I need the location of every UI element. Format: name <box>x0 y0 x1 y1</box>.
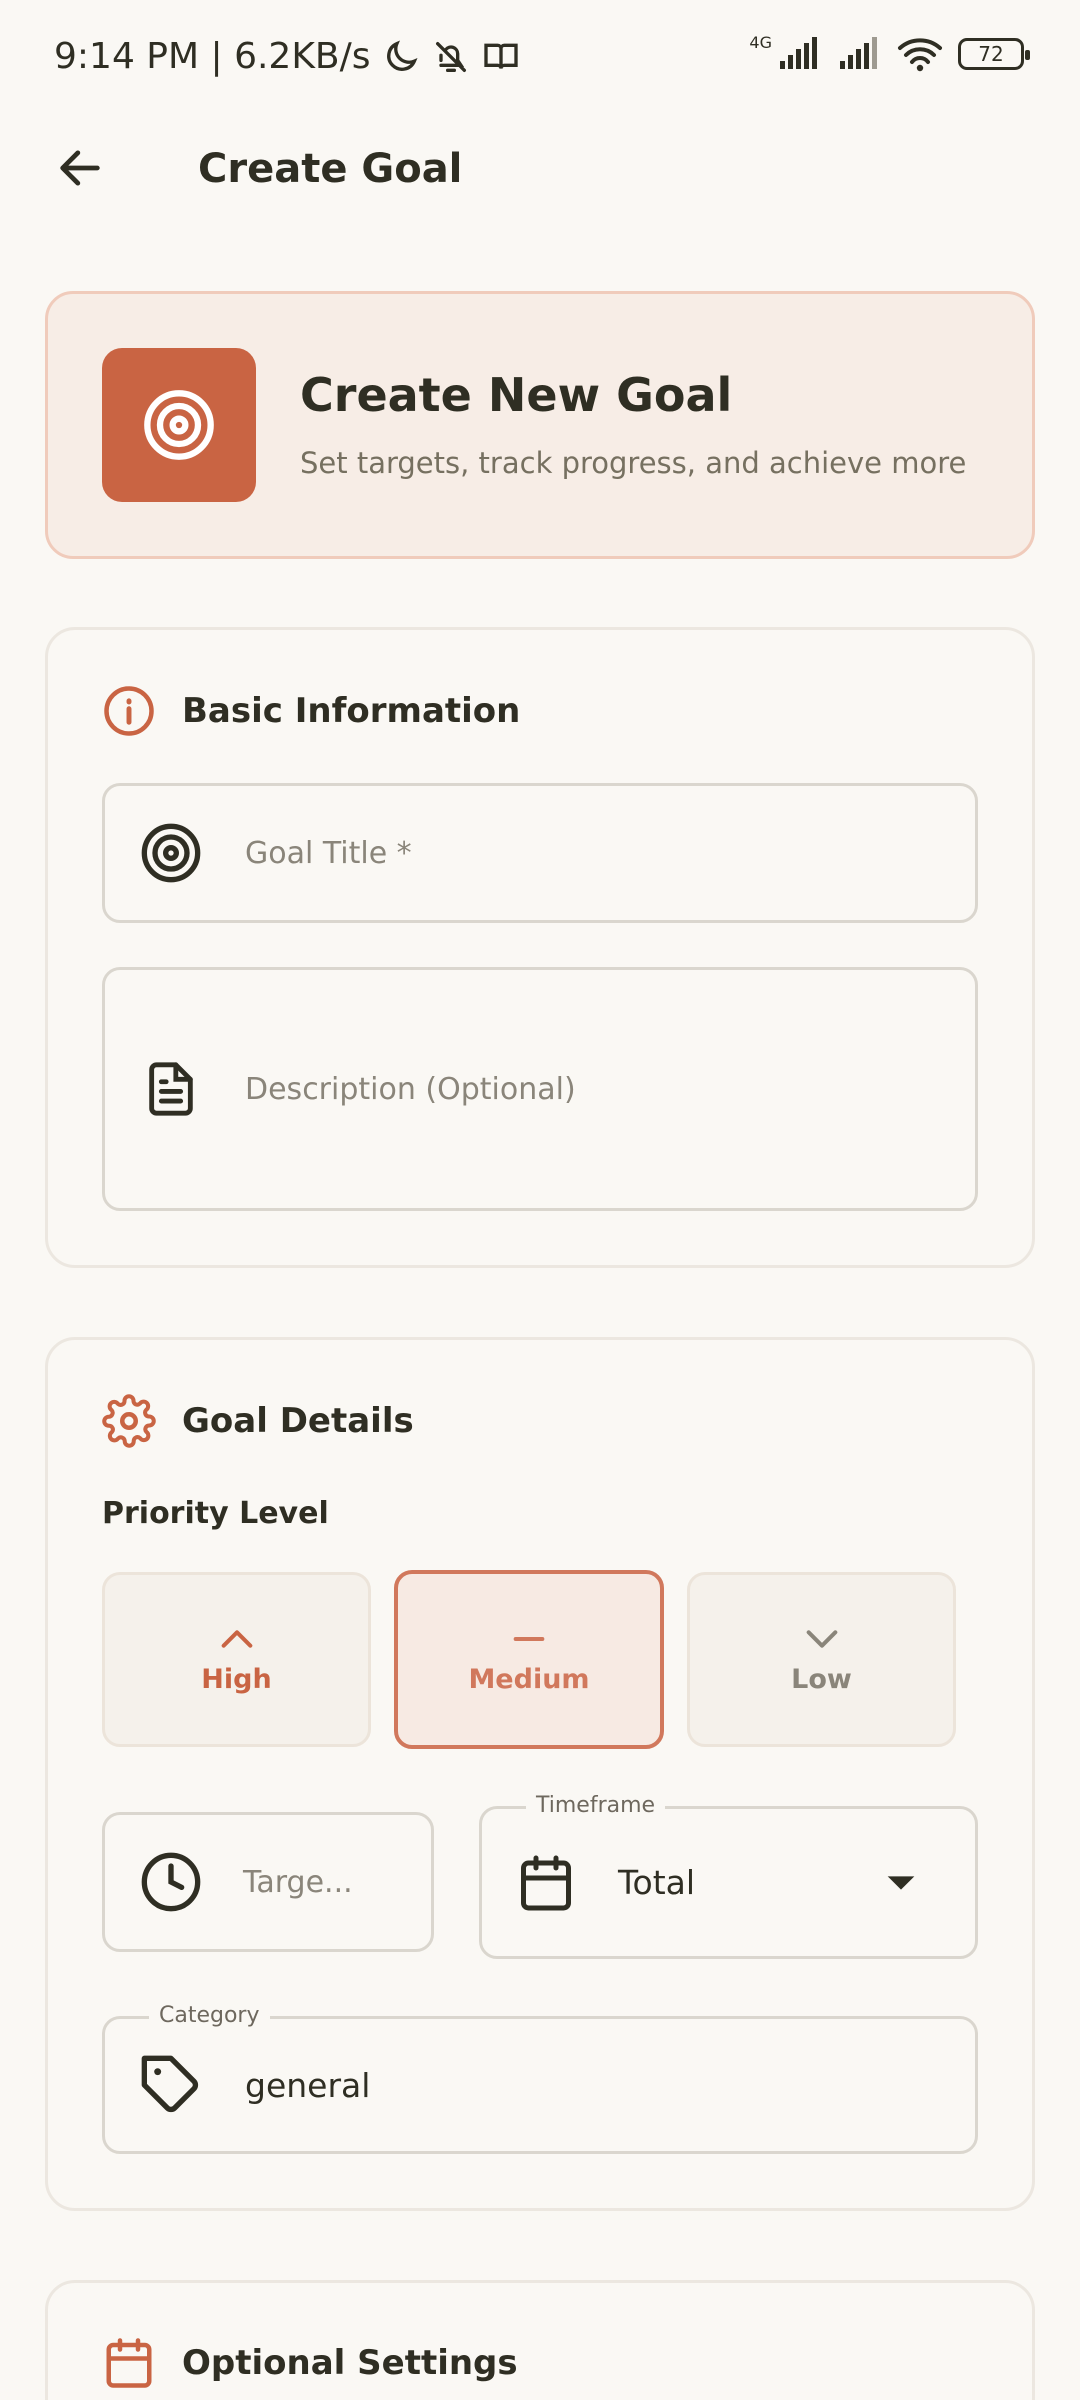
arrow-left-icon <box>60 150 100 186</box>
optional-settings-title: Optional Settings <box>182 2343 518 2383</box>
book-icon <box>483 43 518 69</box>
hero-title: Create New Goal <box>300 368 733 422</box>
category-value: general <box>245 2065 371 2105</box>
moon-icon <box>386 39 418 71</box>
goal-details-title: Goal Details <box>182 1401 414 1441</box>
status-bar: 9:14 PM | 6.2KB/s 4G 72 <box>0 0 1080 120</box>
signal-icon <box>780 37 817 69</box>
description-placeholder: Description (Optional) <box>245 1071 576 1107</box>
goal-title-placeholder: Goal Title * <box>245 835 412 871</box>
calendar-icon <box>106 2338 152 2388</box>
priority-high-button[interactable]: High <box>102 1572 371 1747</box>
chevron-down-icon <box>806 1630 837 1648</box>
target-icon <box>144 390 214 460</box>
basic-info-title: Basic Information <box>182 691 521 731</box>
target-placeholder: Targe... <box>243 1864 353 1900</box>
page-title: Create Goal <box>198 146 463 192</box>
gear-icon <box>102 1394 156 1448</box>
battery-level: 72 <box>978 42 1004 66</box>
wifi-icon <box>898 38 942 72</box>
priority-high-label: High <box>201 1664 272 1695</box>
hero-icon-box <box>102 348 256 502</box>
description-input[interactable]: Description (Optional) <box>102 967 978 1211</box>
clock-icon <box>139 1850 203 1914</box>
category-input[interactable]: Category general <box>102 2003 978 2154</box>
bell-off-icon <box>435 41 466 72</box>
timeframe-label: Timeframe <box>526 1793 666 1818</box>
hero-subtitle: Set targets, track progress, and achieve… <box>300 446 967 480</box>
goal-title-input[interactable]: Goal Title * <box>102 783 978 923</box>
timeframe-value: Total <box>618 1863 696 1902</box>
battery-icon: 72 <box>958 38 1030 70</box>
calendar-icon <box>514 1851 578 1915</box>
goal-details-header: Goal Details <box>102 1394 414 1448</box>
minus-icon <box>513 1637 545 1641</box>
dropdown-arrow-icon <box>887 1876 915 1890</box>
target-input[interactable]: Targe... <box>102 1812 434 1952</box>
category-label: Category <box>149 2003 270 2028</box>
priority-low-button[interactable]: Low <box>687 1572 956 1747</box>
signal-icon <box>840 37 877 69</box>
priority-medium-button[interactable]: Medium <box>394 1570 664 1749</box>
priority-low-label: Low <box>791 1664 852 1695</box>
timeframe-select[interactable]: Timeframe Total <box>479 1793 978 1959</box>
priority-medium-label: Medium <box>468 1664 590 1695</box>
network-type: 4G <box>749 32 772 52</box>
info-icon <box>104 686 154 736</box>
target-icon <box>139 821 203 885</box>
document-icon <box>139 1057 203 1121</box>
basic-info-header: Basic Information <box>102 684 520 738</box>
tag-icon <box>139 2053 203 2117</box>
priority-level-label: Priority Level <box>102 1496 329 1531</box>
status-time: 9:14 PM | 6.2KB/s <box>54 36 371 77</box>
back-button[interactable] <box>50 138 110 198</box>
optional-settings-header[interactable]: Optional Settings <box>102 2336 518 2390</box>
chevron-up-icon <box>221 1630 252 1648</box>
